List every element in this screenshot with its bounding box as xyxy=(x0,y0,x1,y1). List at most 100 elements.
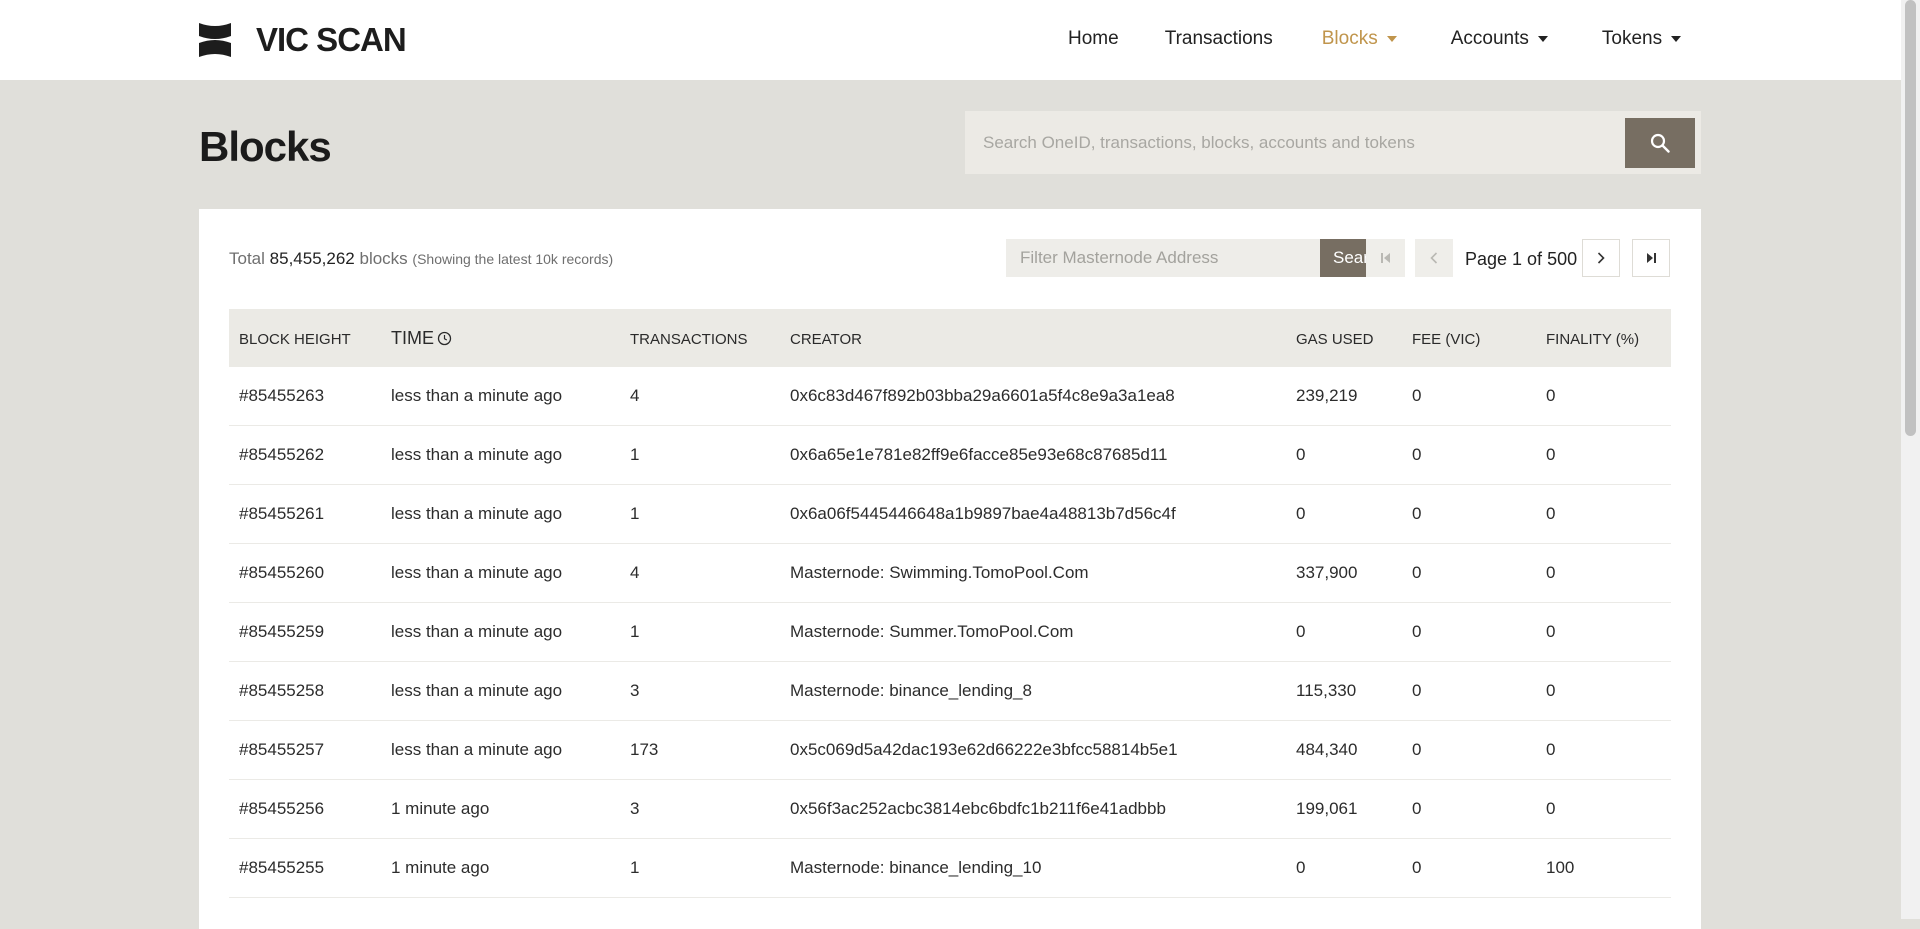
col-time-label: TIME xyxy=(391,328,434,348)
col-gas-used: GAS USED xyxy=(1296,331,1374,348)
first-page-icon xyxy=(1381,253,1390,263)
total-prefix: Total xyxy=(229,249,265,268)
page-title: Blocks xyxy=(199,123,332,170)
top-navbar: VIC SCAN Home Transactions Blocks Accoun… xyxy=(0,0,1901,80)
nav-tokens[interactable]: Tokens xyxy=(1601,28,1682,50)
total-count: 85,455,262 xyxy=(269,249,355,268)
block-creator-link[interactable]: 0x6a65e1e781e82ff9e6facce85e93e68c87685d… xyxy=(790,445,1168,465)
block-tx-count: 1 xyxy=(630,504,640,523)
brand-logo[interactable]: VIC SCAN xyxy=(199,22,407,58)
chevron-down-icon xyxy=(1537,36,1548,42)
global-search xyxy=(965,111,1701,174)
search-button[interactable] xyxy=(1625,118,1695,168)
col-block-height: BLOCK HEIGHT xyxy=(239,331,351,348)
table-row: #85455257 less than a minute ago 173 0x5c06… xyxy=(229,721,1671,780)
main-nav: Home Transactions Blocks Accounts Tokens xyxy=(1068,28,1682,50)
chevron-right-icon xyxy=(1597,252,1605,264)
block-height-link[interactable]: #85455260 xyxy=(239,563,324,583)
masternode-filter: Search xyxy=(1006,239,1367,277)
masternode-filter-input[interactable] xyxy=(1006,239,1320,277)
table-row: #85455263 less than a minute ago 4 0x6c83d4… xyxy=(229,367,1671,426)
block-creator-link[interactable]: Masternode: binance_lending_10 xyxy=(790,858,1041,878)
block-time: 1 minute ago xyxy=(391,858,490,877)
block-creator-link[interactable]: 0x5c069d5a42dac193e62d66222e3bfcc58814b5… xyxy=(790,740,1178,760)
block-fee: 0 xyxy=(1412,504,1422,523)
table-row: #85455261 less than a minute ago 1 0x6a06f5… xyxy=(229,485,1671,544)
block-gas-used: 337,900 xyxy=(1296,563,1358,582)
block-fee: 0 xyxy=(1412,622,1422,641)
block-tx-count: 173 xyxy=(630,740,659,759)
block-fee: 0 xyxy=(1412,740,1422,759)
block-tx-count: 1 xyxy=(630,858,640,877)
block-gas-used: 0 xyxy=(1296,504,1306,523)
block-creator-link[interactable]: 0x6a06f5445446648a1b9897bae4a48813b7d56c… xyxy=(790,504,1176,524)
block-fee: 0 xyxy=(1412,445,1422,464)
block-height-link[interactable]: #85455255 xyxy=(239,858,324,878)
nav-tokens-label: Tokens xyxy=(1601,28,1663,49)
clock-icon xyxy=(437,331,452,346)
table-row: #85455259 less than a minute ago 1 Masterno… xyxy=(229,603,1671,662)
block-height-link[interactable]: #85455259 xyxy=(239,622,324,642)
block-gas-used: 0 xyxy=(1296,858,1306,877)
block-finality: 0 xyxy=(1546,622,1556,641)
nav-blocks[interactable]: Blocks xyxy=(1322,28,1397,50)
vicscan-logo-icon xyxy=(199,23,231,57)
block-finality: 0 xyxy=(1546,799,1556,818)
page-scrollbar[interactable] xyxy=(1901,0,1920,919)
total-summary: Total 85,455,262 blocks (Showing the lat… xyxy=(229,249,613,269)
block-creator-link[interactable]: 0x56f3ac252acbc3814ebc6bdfc1b211f6e41adb… xyxy=(790,799,1166,819)
col-finality: FINALITY (%) xyxy=(1546,331,1640,348)
nav-accounts-label: Accounts xyxy=(1450,28,1529,49)
block-height-link[interactable]: #85455258 xyxy=(239,681,324,701)
table-row: #85455256 1 minute ago 3 0x56f3ac252acbc381… xyxy=(229,780,1671,839)
block-height-link[interactable]: #85455257 xyxy=(239,740,324,760)
col-transactions: TRANSACTIONS xyxy=(630,331,748,348)
nav-accounts[interactable]: Accounts xyxy=(1451,28,1548,50)
block-gas-used: 0 xyxy=(1296,445,1306,464)
chevron-down-icon xyxy=(1386,36,1397,42)
prev-page-button[interactable] xyxy=(1415,239,1453,277)
col-time[interactable]: TIME xyxy=(391,328,452,349)
block-height-link[interactable]: #85455261 xyxy=(239,504,324,524)
scrollbar-thumb[interactable] xyxy=(1905,0,1916,436)
col-fee: FEE (VIC) xyxy=(1412,331,1481,348)
block-gas-used: 239,219 xyxy=(1296,386,1358,405)
block-fee: 0 xyxy=(1412,563,1422,582)
block-time: less than a minute ago xyxy=(391,386,563,405)
block-time: less than a minute ago xyxy=(391,504,563,523)
first-page-button[interactable] xyxy=(1367,239,1405,277)
block-creator-link[interactable]: Masternode: binance_lending_8 xyxy=(790,681,1032,701)
block-finality: 100 xyxy=(1546,858,1575,877)
block-time: less than a minute ago xyxy=(391,563,563,582)
block-creator-link[interactable]: Masternode: Summer.TomoPool.Com xyxy=(790,622,1073,642)
search-icon xyxy=(1650,133,1670,153)
block-tx-count: 3 xyxy=(630,681,640,700)
block-tx-count: 4 xyxy=(630,386,640,405)
search-input[interactable] xyxy=(965,111,1625,174)
block-fee: 0 xyxy=(1412,386,1422,405)
table-row: #85455260 less than a minute ago 4 Masterno… xyxy=(229,544,1671,603)
page-indicator: Page 1 of 500 xyxy=(1465,249,1578,269)
block-height-link[interactable]: #85455263 xyxy=(239,386,324,406)
nav-home[interactable]: Home xyxy=(1068,28,1119,50)
next-page-button[interactable] xyxy=(1582,239,1620,277)
block-finality: 0 xyxy=(1546,681,1556,700)
block-fee: 0 xyxy=(1412,799,1422,818)
block-creator-link[interactable]: 0x6c83d467f892b03bba29a6601a5f4c8e9a3a1e… xyxy=(790,386,1175,406)
table-row: #85455262 less than a minute ago 1 0x6a65e1… xyxy=(229,426,1671,485)
block-finality: 0 xyxy=(1546,563,1556,582)
col-creator: CREATOR xyxy=(790,331,862,348)
last-page-button[interactable] xyxy=(1632,239,1670,277)
block-tx-count: 4 xyxy=(630,563,640,582)
filter-search-button[interactable]: Search xyxy=(1320,239,1366,277)
block-height-link[interactable]: #85455256 xyxy=(239,799,324,819)
block-tx-count: 1 xyxy=(630,622,640,641)
block-time: less than a minute ago xyxy=(391,681,563,700)
block-tx-count: 1 xyxy=(630,445,640,464)
block-height-link[interactable]: #85455262 xyxy=(239,445,324,465)
block-time: less than a minute ago xyxy=(391,740,563,759)
block-finality: 0 xyxy=(1546,445,1556,464)
nav-transactions[interactable]: Transactions xyxy=(1165,28,1273,50)
blocks-card: Total 85,455,262 blocks (Showing the lat… xyxy=(199,209,1701,929)
block-creator-link[interactable]: Masternode: Swimming.TomoPool.Com xyxy=(790,563,1089,583)
